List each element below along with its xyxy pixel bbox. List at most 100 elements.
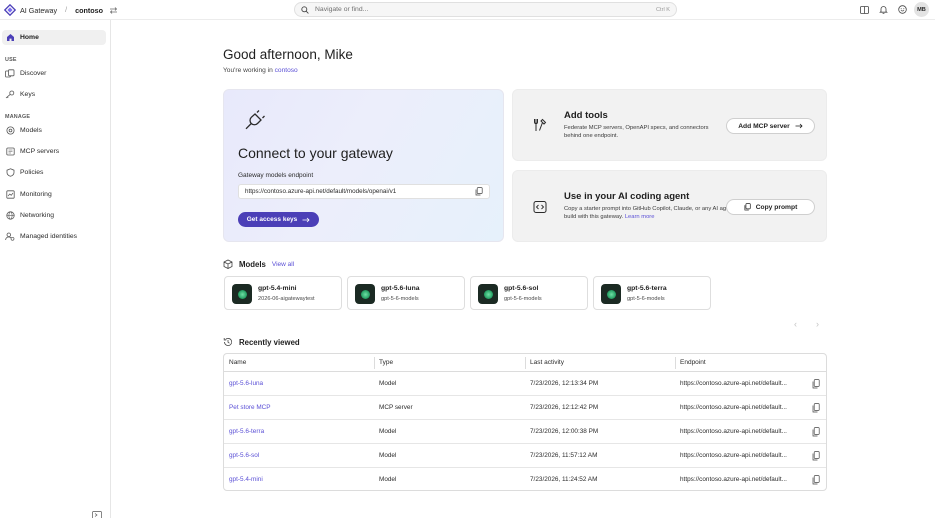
row-name-link[interactable]: gpt-5.6-luna [229, 380, 263, 387]
model-icon [355, 284, 375, 304]
workspace-subtitle: You're working in contoso [223, 67, 298, 74]
sidebar-item-networking[interactable]: Networking [2, 208, 106, 223]
model-subtitle: 2026-06-aigatewaytest [258, 296, 315, 302]
model-card[interactable]: gpt-5.6-terra gpt-5-6-models [593, 276, 711, 310]
discover-icon [5, 69, 15, 79]
model-subtitle: gpt-5-6-models [627, 296, 665, 302]
models-cube-icon [5, 126, 15, 136]
sidebar-item-label: Discover [20, 70, 47, 77]
endpoint-label: Gateway models endpoint [238, 172, 314, 179]
feedback-smiley-icon[interactable] [895, 3, 909, 17]
sidebar-item-models[interactable]: Models [2, 123, 106, 138]
search-shortcut: Ctrl K [656, 6, 670, 13]
recent-table: Name Type Last activity Endpoint gpt-5.6… [223, 353, 827, 491]
add-tools-card: Add tools Federate MCP servers, OpenAPI … [512, 89, 827, 161]
user-avatar[interactable]: MB [914, 2, 929, 17]
copy-icon [744, 203, 751, 211]
models-prev-chevron-icon[interactable]: ‹ [794, 319, 797, 329]
tenant-name[interactable]: contoso [75, 6, 103, 15]
row-name-link[interactable]: Pet store MCP [229, 404, 271, 411]
sidebar-item-monitoring[interactable]: Monitoring [2, 187, 106, 202]
copy-icon[interactable] [812, 403, 820, 413]
model-icon [478, 284, 498, 304]
key-icon [5, 90, 15, 100]
model-card[interactable]: gpt-5.4-mini 2026-06-aigatewaytest [224, 276, 342, 310]
row-type: Model [379, 380, 397, 387]
table-row[interactable]: gpt-5.6-luna Model 7/23/2026, 12:13:34 P… [224, 372, 826, 396]
column-header[interactable]: Type [379, 359, 393, 366]
home-icon [5, 33, 15, 43]
recent-section-title: Recently viewed [239, 337, 300, 347]
copy-icon[interactable] [812, 475, 820, 485]
tools-icon [534, 118, 547, 131]
add-tools-title: Add tools [564, 110, 608, 121]
row-name-link[interactable]: gpt-5.6-sol [229, 452, 259, 459]
models-next-chevron-icon[interactable]: › [816, 319, 819, 329]
global-search[interactable]: Navigate or find... Ctrl K [294, 2, 677, 17]
notifications-bell-icon[interactable] [876, 3, 890, 17]
row-last-activity: 7/23/2026, 12:13:34 PM [530, 380, 599, 387]
copy-icon[interactable] [812, 427, 820, 437]
search-icon [301, 5, 309, 14]
sidebar-item-mcp-servers[interactable]: MCP servers [2, 144, 106, 159]
column-header[interactable]: Endpoint [680, 359, 706, 366]
table-header: Name Type Last activity Endpoint [224, 354, 826, 372]
sidebar-item-label: Models [20, 127, 42, 134]
table-row[interactable]: gpt-5.6-sol Model 7/23/2026, 11:57:12 AM… [224, 444, 826, 468]
model-subtitle: gpt-5-6-models [504, 296, 542, 302]
copy-icon[interactable] [812, 379, 820, 389]
sidebar-item-discover[interactable]: Discover [2, 66, 106, 81]
row-type: Model [379, 476, 397, 483]
row-endpoint: https://contoso.azure-api.net/default... [680, 476, 787, 483]
column-divider [675, 357, 676, 369]
sidebar-item-label: Networking [20, 212, 54, 219]
coding-agent-description: Copy a starter prompt into GitHub Copilo… [564, 205, 744, 222]
table-row[interactable]: Pet store MCP MCP server 7/23/2026, 12:1… [224, 396, 826, 420]
row-name-link[interactable]: gpt-5.4-mini [229, 476, 263, 483]
view-all-models-link[interactable]: View all [272, 261, 294, 268]
model-card[interactable]: gpt-5.6-sol gpt-5-6-models [470, 276, 588, 310]
add-mcp-server-button[interactable]: Add MCP server [726, 118, 815, 134]
copy-prompt-button[interactable]: Copy prompt [726, 199, 815, 215]
models-box-icon [223, 259, 233, 269]
sidebar-item-label: Keys [20, 91, 36, 98]
plug-icon [245, 110, 265, 130]
panel-toggle-icon[interactable] [857, 3, 871, 17]
workspace-link[interactable]: contoso [275, 67, 298, 74]
learn-more-link[interactable]: Learn more [625, 214, 655, 220]
row-endpoint: https://contoso.azure-api.net/default... [680, 380, 787, 387]
model-card[interactable]: gpt-5.6-luna gpt-5-6-models [347, 276, 465, 310]
brand[interactable]: AI Gateway / contoso [4, 3, 118, 17]
top-bar: AI Gateway / contoso Navigate or find...… [0, 0, 935, 20]
get-access-keys-button[interactable]: Get access keys [238, 212, 319, 227]
button-label: Copy prompt [755, 203, 798, 211]
button-label: Add MCP server [738, 122, 790, 130]
server-icon [5, 147, 15, 157]
coding-agent-title: Use in your AI coding agent [564, 191, 690, 202]
recent-section-header: Recently viewed [223, 337, 300, 347]
sidebar-item-managed-identities[interactable]: Managed identities [2, 229, 106, 244]
column-header[interactable]: Name [229, 359, 246, 366]
copy-icon[interactable] [475, 187, 483, 196]
table-row[interactable]: gpt-5.6-terra Model 7/23/2026, 12:00:38 … [224, 420, 826, 444]
sidebar-item-policies[interactable]: Policies [2, 165, 106, 180]
copy-icon[interactable] [812, 451, 820, 461]
switch-tenant-icon[interactable] [109, 6, 118, 15]
row-endpoint: https://contoso.azure-api.net/default... [680, 404, 787, 411]
column-header[interactable]: Last activity [530, 359, 564, 366]
app-name[interactable]: AI Gateway [20, 6, 57, 15]
row-last-activity: 7/23/2026, 11:57:12 AM [530, 452, 598, 459]
sidebar-item-keys[interactable]: Keys [2, 87, 106, 102]
shield-icon [5, 168, 15, 178]
row-name-link[interactable]: gpt-5.6-terra [229, 428, 264, 435]
globe-icon [5, 211, 15, 221]
history-clock-icon [223, 338, 233, 346]
table-row[interactable]: gpt-5.4-mini Model 7/23/2026, 11:24:52 A… [224, 468, 826, 490]
ai-gateway-logo-icon [4, 4, 16, 16]
endpoint-field[interactable]: https://contoso.azure-api.net/default/mo… [238, 184, 490, 199]
column-divider [374, 357, 375, 369]
connect-gateway-card: Connect to your gateway Gateway models e… [223, 89, 504, 242]
row-type: MCP server [379, 404, 413, 411]
collapse-sidebar-icon[interactable] [92, 511, 102, 518]
sidebar-item-home[interactable]: Home [2, 30, 106, 45]
